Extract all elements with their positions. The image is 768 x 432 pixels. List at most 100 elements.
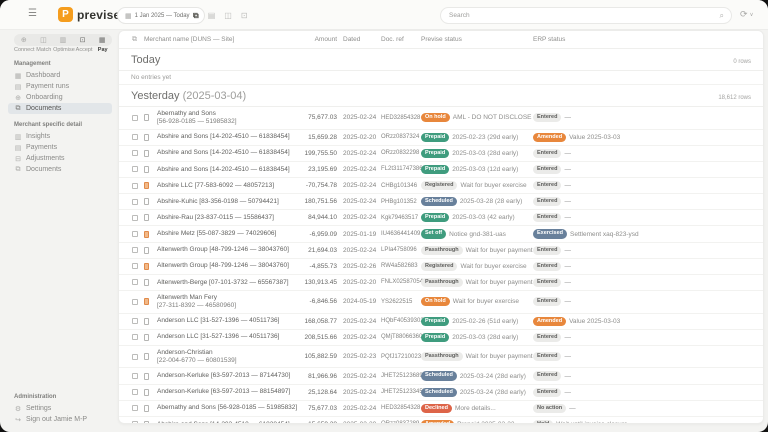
table-row[interactable]: Abshire Metz [55-087-3829 — 74029606] -6… — [119, 226, 763, 242]
table-row[interactable]: Abshire and Sons [14-202-4510 — 61838454… — [119, 162, 763, 178]
row-checkbox[interactable] — [132, 299, 138, 305]
table-row[interactable]: Altenwerth Man Fery [27-311-8392 — 46580… — [119, 291, 763, 314]
document-stack-icon: ⧉ — [132, 36, 144, 44]
row-checkbox[interactable] — [132, 373, 138, 379]
amount-cell: 15,659.28 — [297, 134, 337, 141]
search-input[interactable] — [441, 12, 720, 19]
erp-status-cell: No action — — [533, 404, 753, 413]
erp-status-text: — — [564, 353, 571, 360]
previse-status-cell: On hold AML - DO NOT DISCLOSE — [421, 113, 533, 122]
search-box: ⌕ — [440, 7, 732, 24]
table-row[interactable]: Abshire and Sons [14-202-4510 — 61838454… — [119, 417, 763, 424]
toolbar-receipt-icon[interactable]: ▤ — [208, 11, 216, 20]
refresh-control[interactable]: ⟳ ∨ — [740, 9, 754, 20]
sidebar-item-documents[interactable]: ⧉ Documents — [8, 103, 112, 114]
section-title: Management — [0, 61, 118, 67]
table-row[interactable]: Altenwerth Group [48-799-1246 — 38043760… — [119, 259, 763, 275]
previse-status-text: 2025-03-03 (42 early) — [452, 214, 515, 221]
row-checkbox[interactable] — [132, 405, 138, 411]
previse-status-text: 2025-03-03 (12d early) — [452, 166, 518, 173]
table-row[interactable]: Abshire-Kuhic [83-356-0198 — 50794421] 1… — [119, 194, 763, 210]
document-icon — [144, 214, 149, 221]
tab-match-label[interactable]: Match — [35, 47, 54, 53]
erp-status-badge: Entered — [533, 213, 561, 222]
column-header-merchant[interactable]: Merchant name [DUNS — Site] — [144, 36, 297, 43]
table-row[interactable]: Abshire-Rau [23-837-0115 — 15586437] 84,… — [119, 210, 763, 226]
table-row[interactable]: Abshire and Sons [14-202-4510 — 61838454… — [119, 146, 763, 162]
row-checkbox[interactable] — [132, 150, 138, 156]
documents-icon: ⧉ — [14, 166, 22, 174]
row-checkbox[interactable] — [132, 421, 138, 424]
tab-pay[interactable]: ▦ — [92, 34, 112, 46]
date-range-filter[interactable]: ▦ 1 Jan 2025 — Today ∨ — [117, 7, 205, 24]
toolbar-documents-icon[interactable]: ⧉ — [193, 11, 199, 21]
table-row[interactable]: Anderson-Kerluke [63-597-2013 — 87144730… — [119, 368, 763, 384]
dated-cell: 2025-02-24 — [337, 334, 381, 341]
sidebar-item-adjustments[interactable]: ⊟ Adjustments — [8, 153, 112, 164]
toolbar-chart-icon[interactable]: ◫ — [224, 11, 232, 20]
row-checkbox[interactable] — [132, 354, 138, 360]
column-header-amount[interactable]: Amount — [297, 36, 337, 43]
table-row[interactable]: Abshire LLC [77-583-6092 — 48057213] -70… — [119, 178, 763, 194]
sidebar-item-settings[interactable]: ⚙ Settings — [8, 403, 112, 414]
hamburger-menu-icon[interactable]: ☰ — [28, 8, 37, 19]
table-row[interactable]: Altenwerth Group [48-799-1246 — 38043760… — [119, 243, 763, 259]
calendar-icon: ▦ — [125, 12, 132, 20]
table-row[interactable]: Abshire and Sons [14-202-4510 — 61838454… — [119, 130, 763, 146]
row-checkbox[interactable] — [132, 115, 138, 121]
tab-accept[interactable]: ⊡ — [73, 34, 93, 46]
tab-optimise[interactable]: ▥ — [53, 34, 73, 46]
column-header-erp-status[interactable]: ERP status — [533, 36, 753, 43]
tab-connect[interactable]: ⊕ — [14, 34, 34, 46]
table-row[interactable]: Altenwerth-Berge [07-101-3732 — 65567387… — [119, 275, 763, 291]
row-checkbox[interactable] — [132, 166, 138, 172]
row-checkbox[interactable] — [132, 215, 138, 221]
dated-cell: 2025-02-24 — [337, 214, 381, 221]
table-row[interactable]: Abernathy and Sons [56-928-0185 — 519858… — [119, 107, 763, 130]
previse-status-text: Prepaid 2025-02-23 — [457, 421, 514, 424]
row-checkbox[interactable] — [132, 134, 138, 140]
row-checkbox[interactable] — [132, 318, 138, 324]
table-row[interactable]: Anderson-Kerluke [63-597-2013 — 88154897… — [119, 385, 763, 401]
table-row[interactable]: Anderson-Christian [22-004-6770 — 608015… — [119, 346, 763, 369]
sidebar-item-label: Documents — [26, 166, 61, 173]
row-checkbox[interactable] — [132, 389, 138, 395]
erp-status-badge: Entered — [533, 246, 561, 255]
row-checkbox[interactable] — [132, 279, 138, 285]
sidebar-footer: Administration ⚙ Settings ↪ Sign out Jam… — [0, 394, 118, 425]
section-header-yesterday: Yesterday (2025-03-04) 18,612 rows — [119, 85, 763, 107]
sidebar-item-documents-merchant[interactable]: ⧉ Documents — [8, 164, 112, 175]
row-checkbox[interactable] — [132, 247, 138, 253]
tab-connect-label[interactable]: Connect — [14, 47, 35, 53]
document-icon — [144, 421, 149, 424]
erp-status-cell: Entered — — [533, 197, 753, 206]
erp-status-text: Value 2025-03-03 — [569, 318, 620, 325]
erp-status-text: — — [564, 298, 571, 305]
tab-optimise-label[interactable]: Optimise — [53, 47, 75, 53]
row-checkbox[interactable] — [132, 199, 138, 205]
sidebar-item-insights[interactable]: ▥ Insights — [8, 131, 112, 142]
document-icon — [144, 166, 149, 173]
tab-match[interactable]: ◫ — [34, 34, 54, 46]
column-header-dated[interactable]: Dated — [337, 36, 381, 43]
tab-pay-label[interactable]: Pay — [93, 47, 112, 53]
row-checkbox[interactable] — [132, 231, 138, 237]
sidebar-item-payments[interactable]: ▤ Payments — [8, 142, 112, 153]
accept-icon: ⊡ — [80, 36, 86, 44]
column-header-previse-status[interactable]: Previse status — [421, 36, 533, 43]
row-checkbox[interactable] — [132, 263, 138, 269]
row-checkbox[interactable] — [132, 334, 138, 340]
toolbar-device-icon[interactable]: ⊡ — [241, 11, 248, 20]
sidebar-item-sign-out[interactable]: ↪ Sign out Jamie M-P — [8, 414, 112, 425]
sidebar-item-payment-runs[interactable]: ▤ Payment runs — [8, 81, 112, 92]
row-checkbox[interactable] — [132, 183, 138, 189]
sidebar-item-onboarding[interactable]: ⊕ Onboarding — [8, 92, 112, 103]
tab-accept-label[interactable]: Accept — [75, 47, 94, 53]
previse-status-badge: Registered — [421, 181, 457, 190]
table-row[interactable]: Anderson LLC [31-527-1396 — 40511736] 16… — [119, 314, 763, 330]
column-header-doc-ref[interactable]: Doc. ref — [381, 36, 421, 43]
document-icon — [144, 279, 149, 286]
sidebar-item-dashboard[interactable]: ▦ Dashboard — [8, 70, 112, 81]
table-row[interactable]: Anderson LLC [31-527-1396 — 40511736] 20… — [119, 330, 763, 346]
table-row[interactable]: Abernathy and Sons [56-928-0185 — 519858… — [119, 401, 763, 417]
